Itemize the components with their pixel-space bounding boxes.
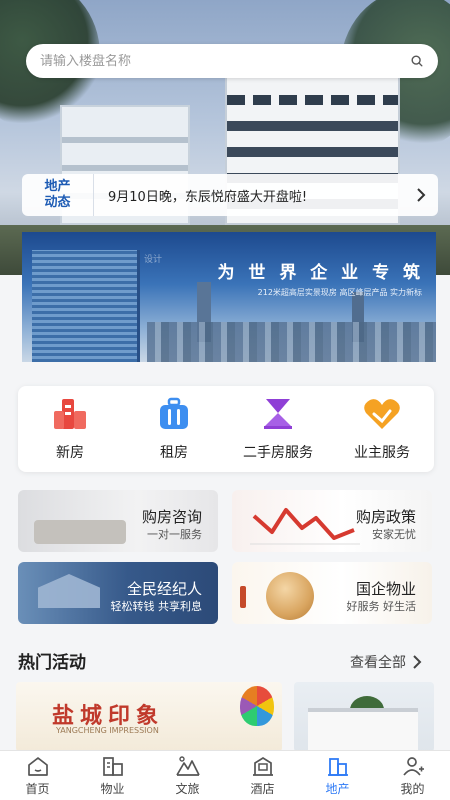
tab-label: 首页 — [25, 781, 50, 796]
search-icon[interactable] — [410, 54, 424, 68]
tab-label: 文旅 — [175, 781, 200, 796]
card-subtitle: 轻松转钱 共享利息 — [110, 600, 203, 613]
house-graphic — [38, 574, 100, 608]
tab-label: 酒店 — [250, 781, 275, 796]
chevron-right-icon[interactable] — [404, 187, 438, 203]
mountain-icon — [175, 755, 200, 776]
tab-hotel[interactable]: 酒店 — [225, 751, 300, 800]
view-all-label: 查看全部 — [350, 655, 406, 671]
hot-air-balloon-graphic — [240, 686, 274, 726]
news-text[interactable]: 9月10日晚，东辰悦府盛大开盘啦! — [94, 186, 404, 205]
service-new-house[interactable]: 新房 — [18, 386, 122, 472]
section-title: 热门活动 — [18, 653, 86, 673]
service-rent[interactable]: 租房 — [122, 386, 226, 472]
tab-real-estate[interactable]: 地产 — [300, 751, 375, 800]
card-policy[interactable]: 购房政策 安家无忧 — [232, 490, 432, 552]
service-owner[interactable]: 业主服务 — [330, 386, 434, 472]
home-icon — [27, 756, 48, 776]
card-title: 国企物业 — [355, 580, 416, 598]
new-house-icon — [48, 396, 92, 432]
card-agent[interactable]: 全民经纪人 轻松转钱 共享利息 — [18, 562, 218, 624]
trend-chart-graphic — [250, 508, 360, 545]
hourglass-icon — [256, 396, 300, 432]
skyline-graphic — [147, 322, 436, 362]
heart-hands-icon — [360, 396, 404, 432]
banner-subtext: 212米超高层实景现房 高区峰层产品 实力新标 — [257, 288, 422, 297]
card-title: 购房咨询 — [141, 508, 202, 526]
bottom-tab-bar: 首页 物业 文旅 酒店 地产 我的 — [0, 750, 450, 800]
globe-graphic — [266, 572, 314, 620]
card-subtitle: 安家无忧 — [372, 528, 416, 541]
card-consult[interactable]: 购房咨询 一对一服务 — [18, 490, 218, 552]
card-title: 全民经纪人 — [126, 580, 202, 598]
person-graphic — [240, 586, 246, 608]
card-subtitle: 好服务 好生活 — [346, 600, 417, 613]
view-all-link[interactable]: 查看全部 — [350, 652, 422, 672]
glass-tower-graphic — [32, 250, 140, 362]
news-ticker[interactable]: 地产 动态 9月10日晚，东辰悦府盛大开盘啦! — [22, 174, 438, 216]
tab-label: 我的 — [400, 781, 425, 796]
card-title: 购房政策 — [355, 508, 416, 526]
user-icon — [402, 756, 424, 776]
activity-card[interactable] — [294, 682, 434, 752]
search-input[interactable] — [40, 53, 410, 69]
suitcase-icon — [152, 396, 196, 432]
news-tag-line1: 地产 — [44, 179, 71, 194]
card-property[interactable]: 国企物业 好服务 好生活 — [232, 562, 432, 624]
service-second-hand[interactable]: 二手房服务 — [226, 386, 330, 472]
tab-property[interactable]: 物业 — [75, 751, 150, 800]
card-subtitle: 一对一服务 — [147, 528, 202, 541]
property-icon — [102, 756, 123, 776]
tab-label: 地产 — [325, 781, 350, 796]
banner-headline: 为 世 界 企 业 专 筑 — [217, 263, 424, 283]
real-estate-icon — [327, 757, 348, 776]
tab-mine[interactable]: 我的 — [375, 751, 450, 800]
tab-tourism[interactable]: 文旅 — [150, 751, 225, 800]
news-tag-line2: 动态 — [44, 195, 71, 210]
service-label: 新房 — [56, 445, 84, 461]
service-label: 二手房服务 — [243, 445, 313, 461]
tab-label: 物业 — [100, 781, 125, 796]
banner-watermark: 设计 — [144, 255, 163, 265]
service-label: 业主服务 — [354, 445, 410, 461]
news-tag: 地产 动态 — [22, 174, 94, 216]
sofa-graphic — [34, 520, 126, 544]
building-graphic — [308, 708, 418, 752]
service-label: 租房 — [160, 445, 188, 461]
hotel-icon — [252, 756, 273, 776]
chevron-right-icon — [413, 655, 422, 669]
activity-brand-en: YANGCHENG IMPRESSION — [56, 726, 159, 735]
search-bar[interactable] — [26, 44, 438, 78]
activity-card[interactable]: 盐城印象 YANGCHENG IMPRESSION — [16, 682, 282, 752]
tab-home[interactable]: 首页 — [0, 751, 75, 800]
service-grid: 新房 租房 二手房服务 业主服务 — [18, 386, 434, 472]
promo-banner[interactable]: 设计 为 世 界 企 业 专 筑 212米超高层实景现房 高区峰层产品 实力新标 — [22, 232, 436, 362]
